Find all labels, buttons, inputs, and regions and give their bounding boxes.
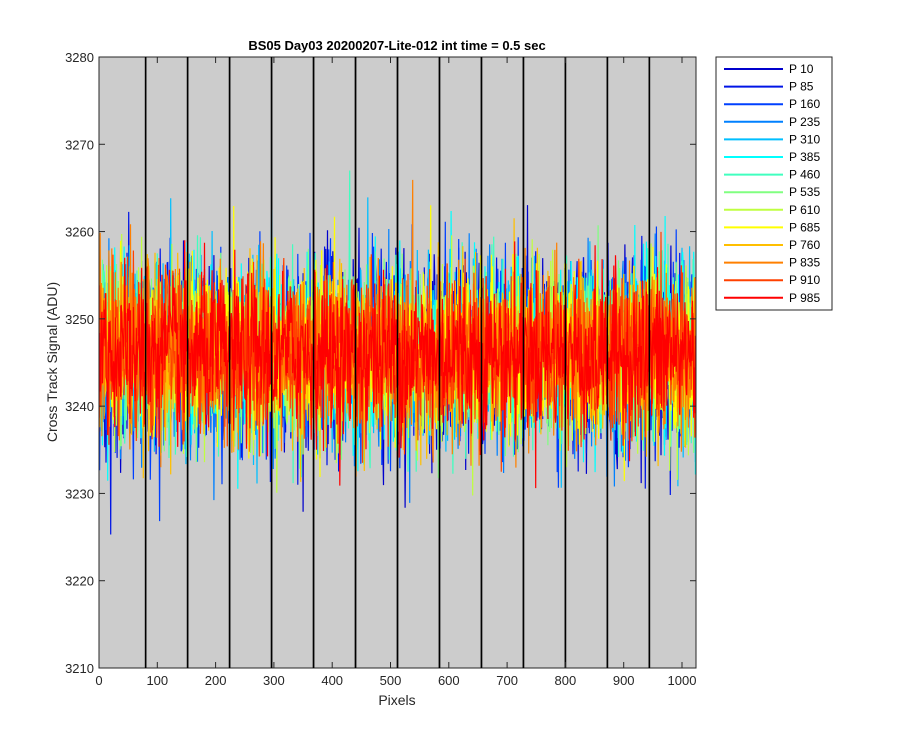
x-tick-label: 200	[205, 673, 227, 688]
x-tick-label: 1000	[668, 673, 697, 688]
legend-entry-label: P 160	[789, 97, 820, 111]
legend-entry-label: P 610	[789, 203, 820, 217]
x-tick-label: 900	[613, 673, 635, 688]
x-tick-label: 400	[321, 673, 343, 688]
y-tick-label: 3230	[65, 486, 94, 501]
y-tick-label: 3260	[65, 225, 94, 240]
legend-entry-label: P 85	[789, 80, 814, 94]
y-tick-label: 3270	[65, 137, 94, 152]
y-tick-label: 3220	[65, 574, 94, 589]
x-tick-label: 300	[263, 673, 285, 688]
x-tick-label: 700	[496, 673, 518, 688]
x-tick-label: 100	[146, 673, 168, 688]
x-tick-label: 800	[555, 673, 577, 688]
x-axis-label: Pixels	[378, 692, 415, 708]
legend-entry-label: P 760	[789, 238, 820, 252]
legend-entry-label: P 10	[789, 62, 814, 76]
legend-entry-label: P 910	[789, 273, 820, 287]
legend-entry-label: P 685	[789, 220, 820, 234]
y-tick-label: 3210	[65, 661, 94, 676]
chart-figure: 0 100 200 300 400 500 600 700 800 900 1000 3210 322…	[44, 38, 833, 708]
x-tick-label: 600	[438, 673, 460, 688]
legend-entry-label: P 460	[789, 168, 820, 182]
legend: P 10 P 85 P 160 P 235 P 310 P 385 P 460 P 535 P …	[715, 56, 833, 311]
y-axis-label: Cross Track Signal (ADU)	[44, 282, 60, 442]
legend-entry-label: P 835	[789, 256, 820, 270]
chart-title: BS05 Day03 20200207-Lite-012 int time = …	[248, 38, 545, 53]
y-tick-label: 3250	[65, 312, 94, 327]
legend-entry-label: P 385	[789, 150, 820, 164]
y-tick-label: 3280	[65, 50, 94, 65]
y-tick-label: 3240	[65, 399, 94, 414]
legend-entry-label: P 535	[789, 185, 820, 199]
x-tick-label: 500	[380, 673, 402, 688]
x-tick-label: 0	[95, 673, 102, 688]
legend-box	[715, 56, 833, 311]
legend-entry-label: P 235	[789, 115, 820, 129]
legend-entry-label: P 310	[789, 132, 820, 146]
legend-entry-label: P 985	[789, 291, 820, 305]
